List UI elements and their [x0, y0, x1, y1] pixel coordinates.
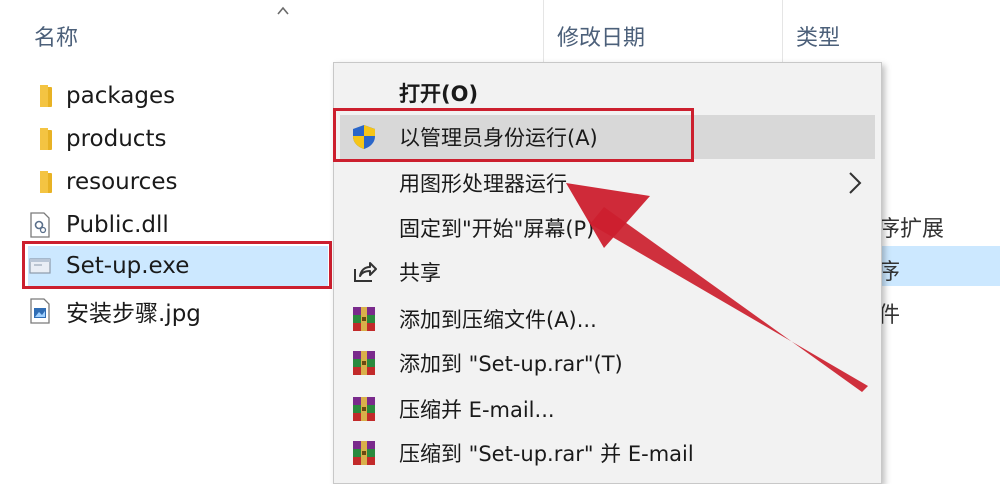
annotation-box-set-up-exe	[22, 241, 332, 289]
winrar-icon	[353, 307, 375, 331]
column-separator[interactable]	[543, 0, 544, 68]
folder-icon	[28, 126, 52, 152]
file-name: 安装步骤.jpg	[66, 301, 201, 327]
file-row-products[interactable]: products	[28, 119, 328, 159]
menu-item-label: 压缩并 E-mail...	[399, 398, 555, 422]
winrar-icon	[353, 441, 375, 465]
menu-item-run-with-gpu[interactable]: 用图形处理器运行	[334, 161, 881, 205]
type-cell: 序扩展	[878, 217, 945, 242]
menu-item-share[interactable]: 共享	[334, 250, 881, 294]
menu-item-compress-and-email[interactable]: 压缩并 E-mail...	[334, 387, 881, 431]
image-file-icon	[28, 298, 52, 324]
winrar-icon	[353, 351, 375, 375]
menu-item-compress-to-set-up-rar-and-email[interactable]: 压缩到 "Set-up.rar" 并 E-mail	[334, 431, 881, 475]
menu-item-label: 共享	[399, 261, 441, 285]
column-name-header[interactable]: 名称	[34, 20, 78, 52]
file-name: products	[66, 126, 167, 152]
menu-item-label: 固定到"开始"屏幕(P)	[399, 217, 595, 241]
chevron-right-icon	[849, 172, 862, 194]
menu-item-label: 添加到压缩文件(A)...	[399, 308, 597, 332]
file-row-install-steps-jpg[interactable]: 安装步骤.jpg	[28, 291, 328, 331]
file-row-public-dll[interactable]: Public.dll	[28, 205, 328, 245]
menu-item-pin-to-start[interactable]: 固定到"开始"屏幕(P)	[334, 206, 881, 250]
folder-icon	[28, 83, 52, 109]
menu-item-label: 打开(O)	[399, 82, 479, 106]
file-name: packages	[66, 83, 176, 109]
file-row-resources[interactable]: resources	[28, 162, 328, 202]
annotation-box-run-as-admin	[333, 108, 694, 162]
column-header: 名称 修改日期 类型	[0, 0, 1000, 68]
sort-ascending-icon[interactable]	[276, 4, 290, 18]
folder-icon	[28, 169, 52, 195]
column-separator[interactable]	[782, 0, 783, 68]
menu-item-label: 压缩到 "Set-up.rar" 并 E-mail	[399, 442, 694, 466]
column-type-header[interactable]: 类型	[796, 20, 840, 52]
dll-file-icon	[28, 212, 52, 238]
file-name: Public.dll	[66, 212, 169, 238]
file-row-packages[interactable]: packages	[28, 76, 328, 116]
winrar-icon	[353, 397, 375, 421]
column-date-header[interactable]: 修改日期	[557, 20, 645, 52]
menu-item-add-to-archive[interactable]: 添加到压缩文件(A)...	[334, 297, 881, 341]
menu-item-add-to-set-up-rar[interactable]: 添加到 "Set-up.rar"(T)	[334, 341, 881, 385]
menu-item-label: 添加到 "Set-up.rar"(T)	[399, 352, 623, 376]
file-name: resources	[66, 169, 178, 195]
menu-item-label: 用图形处理器运行	[399, 172, 567, 196]
share-icon	[354, 262, 377, 282]
